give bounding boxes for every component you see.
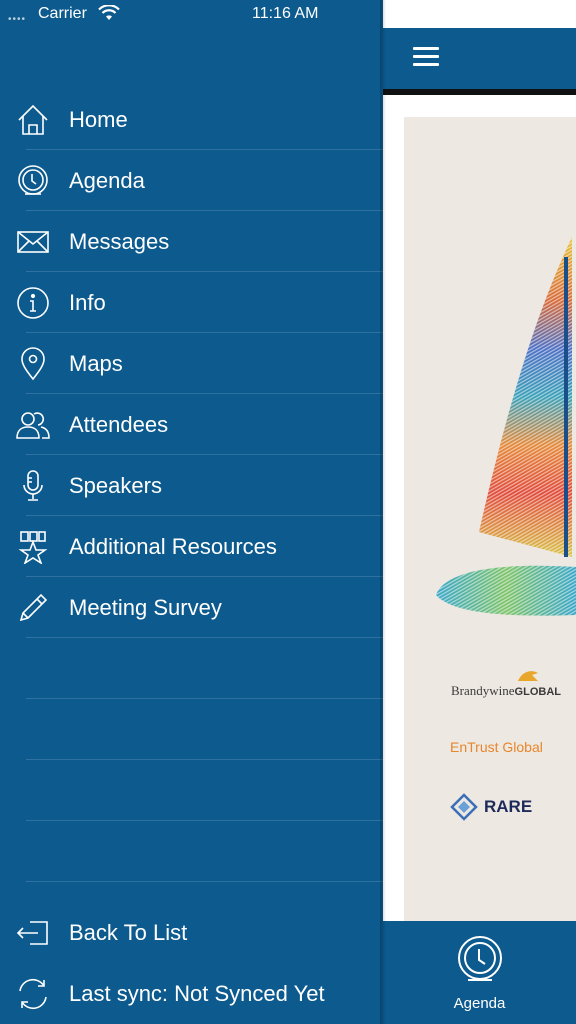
menu-item-label: Speakers <box>69 473 162 498</box>
carrier-label: Carrier <box>38 5 87 22</box>
drawer-shadow <box>380 0 386 1024</box>
menu-item-messages[interactable]: Messages <box>0 211 383 272</box>
battery-icon <box>536 7 564 20</box>
wifi-icon <box>98 5 120 20</box>
status-bar: •••• Carrier 11:16 AM <box>0 0 576 28</box>
envelope-icon <box>17 231 49 253</box>
brandywine-logo: BrandywineGLOBAL <box>451 683 561 698</box>
rare-logo: RARE <box>484 797 533 816</box>
divider <box>26 881 383 882</box>
back-to-list-button[interactable]: Back To List <box>0 902 383 963</box>
tab-label: Agenda <box>453 995 506 1012</box>
menu-item-maps[interactable]: Maps <box>0 333 383 394</box>
microphone-icon <box>23 470 43 501</box>
menu-item-info[interactable]: Info <box>0 272 383 333</box>
info-icon <box>17 287 49 319</box>
signal-dots: •••• <box>8 14 27 25</box>
sync-icon <box>19 978 47 1010</box>
menu-item-meeting-survey[interactable]: Meeting Survey <box>0 577 383 638</box>
map-pin-icon <box>21 347 45 381</box>
hamburger-menu-icon[interactable] <box>413 47 439 69</box>
people-icon <box>16 412 50 439</box>
menu-item-label: Messages <box>69 229 170 254</box>
menu-item-attendees[interactable]: Attendees <box>0 394 383 455</box>
pencil-icon <box>19 593 48 622</box>
battery-tip <box>566 11 568 16</box>
entrust-logo: EnTrust Global <box>450 739 543 755</box>
menu-item-additional-resources[interactable]: Additional Resources <box>0 516 383 577</box>
rare-diamond-icon <box>450 793 478 821</box>
menu-item-label: Attendees <box>69 412 169 437</box>
clock-icon <box>458 936 502 981</box>
home-icon <box>18 104 48 135</box>
side-drawer: Home Agenda Messages Info Maps Attendees… <box>0 0 383 1024</box>
empty-row <box>0 760 383 821</box>
menu-item-label: Home <box>69 107 128 132</box>
menu-item-label: Info <box>69 290 106 315</box>
empty-row <box>0 821 383 882</box>
tab-agenda[interactable]: Agenda <box>383 921 576 1024</box>
sync-button[interactable]: Last sync: Not Synced Yet <box>0 963 383 1024</box>
event-poster: BrandywineGLOBAL EnTrust Global RARE <box>404 117 576 921</box>
menu-item-label: Meeting Survey <box>69 595 222 620</box>
empty-row <box>0 699 383 760</box>
badge-star-icon <box>18 531 48 564</box>
menu-item-speakers[interactable]: Speakers <box>0 455 383 516</box>
sailboat-illustration <box>436 237 576 616</box>
clock-time: 11:16 AM <box>252 5 319 22</box>
main-content: BrandywineGLOBAL EnTrust Global RARE Age… <box>383 0 576 1024</box>
tab-bar: Agenda <box>383 921 576 1024</box>
menu-item-agenda[interactable]: Agenda <box>0 150 383 211</box>
eagle-icon <box>518 671 538 681</box>
empty-row <box>0 638 383 699</box>
navbar-divider <box>383 89 576 95</box>
navigation-bar <box>383 28 576 89</box>
menu-item-label: Maps <box>69 351 123 376</box>
menu-item-label: Additional Resources <box>69 534 277 559</box>
menu-item-label: Agenda <box>69 168 145 193</box>
exit-icon <box>16 921 48 945</box>
menu-item-home[interactable]: Home <box>0 89 383 150</box>
clock-icon <box>18 165 48 195</box>
drawer-menu: Home Agenda Messages Info Maps Attendees… <box>0 89 383 882</box>
back-to-list-label: Back To List <box>69 920 188 945</box>
sync-status-label: Last sync: Not Synced Yet <box>69 981 325 1006</box>
